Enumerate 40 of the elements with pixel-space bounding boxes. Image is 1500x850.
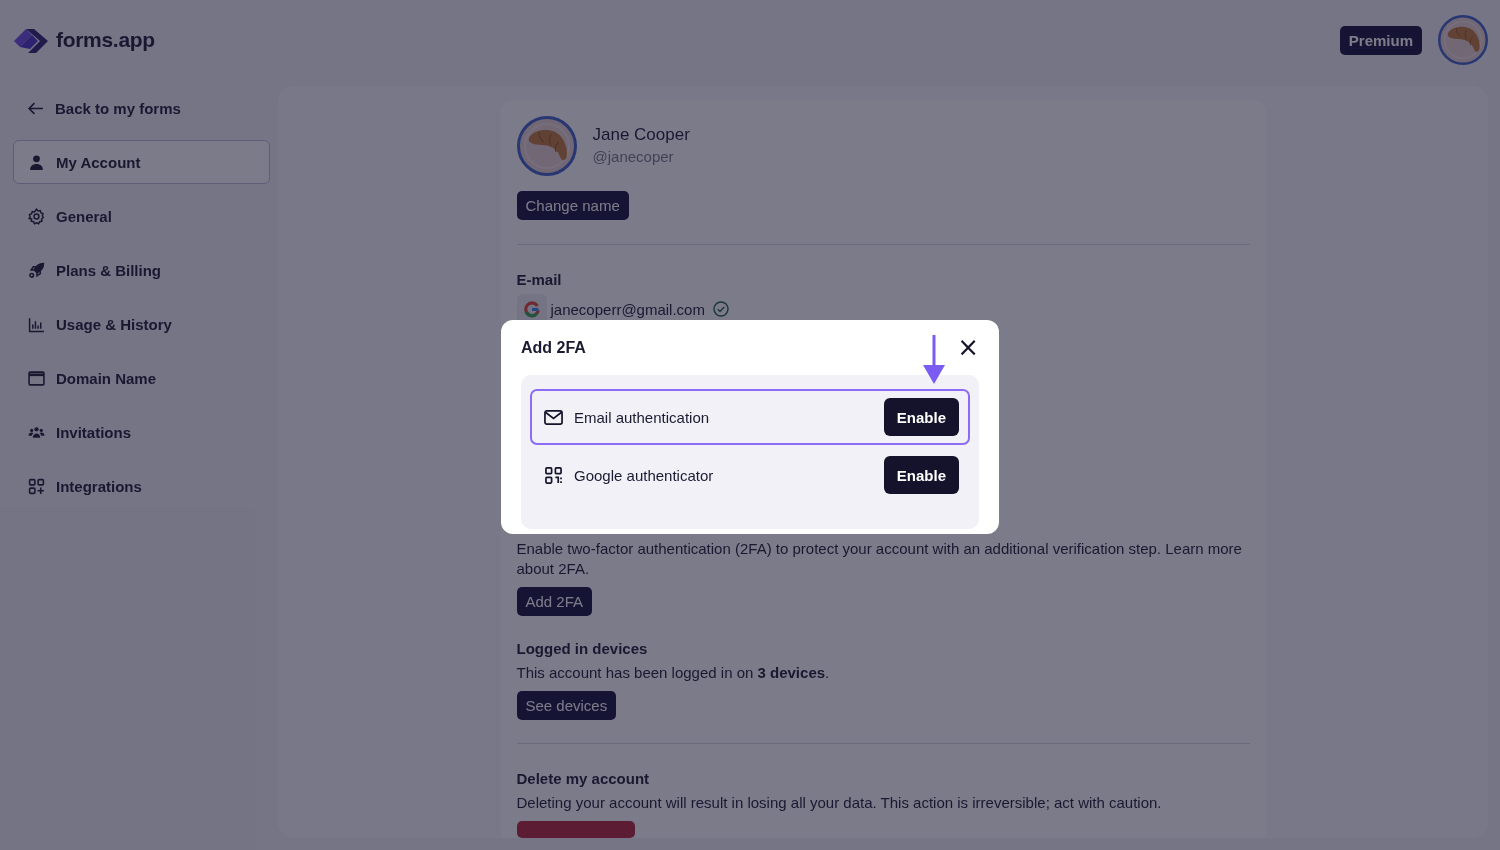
bar-chart-icon [28, 315, 45, 333]
rocket-icon [28, 261, 45, 279]
sidebar-item[interactable]: General [13, 194, 270, 238]
close-button[interactable]: × [957, 333, 979, 362]
avatar-image [1438, 15, 1488, 65]
qr-code-icon [544, 466, 563, 484]
email-heading: E-mail [516, 271, 562, 288]
email-address: janecoperr@gmail.com [550, 300, 705, 318]
sidebar-item[interactable]: Domain Name [13, 356, 270, 400]
user-name: Jane Cooper [592, 125, 690, 145]
add-2fa-button[interactable]: Add 2FA [516, 587, 593, 616]
two-factor-description: Enable two-factor authentication (2FA) to protect your account with an additional verification step. Learn more about 2FA. [516, 539, 1243, 579]
sidebar-item[interactable]: My Account [13, 140, 270, 184]
username: @janecoper [592, 148, 675, 165]
sidebar-item[interactable]: Integrations [13, 464, 270, 508]
browser-window-icon [28, 369, 45, 387]
see-devices-button[interactable]: See devices [516, 691, 617, 720]
change-name-button[interactable]: Change name [516, 191, 629, 220]
apps-grid-icon [28, 477, 45, 495]
enable-button[interactable]: Enable [883, 456, 959, 494]
settings-icon [28, 207, 45, 225]
premium-badge[interactable]: Premium [1339, 25, 1422, 55]
back-link[interactable]: Back to my forms [13, 86, 270, 130]
delete-text: Deleting your account will result in losing all your data. This action is irreversible; act with caution. [516, 793, 1162, 813]
avatar-image [516, 116, 577, 176]
brand-name: forms.app [56, 28, 155, 52]
envelope-icon [544, 408, 563, 426]
devices-heading: Logged in devices [516, 640, 648, 657]
user-icon [28, 153, 45, 171]
sidebar-item[interactable]: Invitations [13, 410, 270, 454]
devices-text: This account has been logged in on 3 devices. [516, 663, 830, 683]
dialog-title: Add 2FA [521, 338, 586, 357]
auth-option[interactable]: Google authenticator Enable [530, 447, 970, 503]
sidebar-item[interactable]: Plans & Billing [13, 248, 270, 292]
sidebar-item[interactable]: Usage & History [13, 302, 270, 346]
down-arrow [922, 335, 946, 385]
enable-button[interactable]: Enable [883, 398, 959, 436]
delete-heading: Delete my account [516, 770, 650, 787]
delete-button[interactable] [516, 821, 635, 838]
back-link-label: Back to my forms [55, 99, 181, 117]
